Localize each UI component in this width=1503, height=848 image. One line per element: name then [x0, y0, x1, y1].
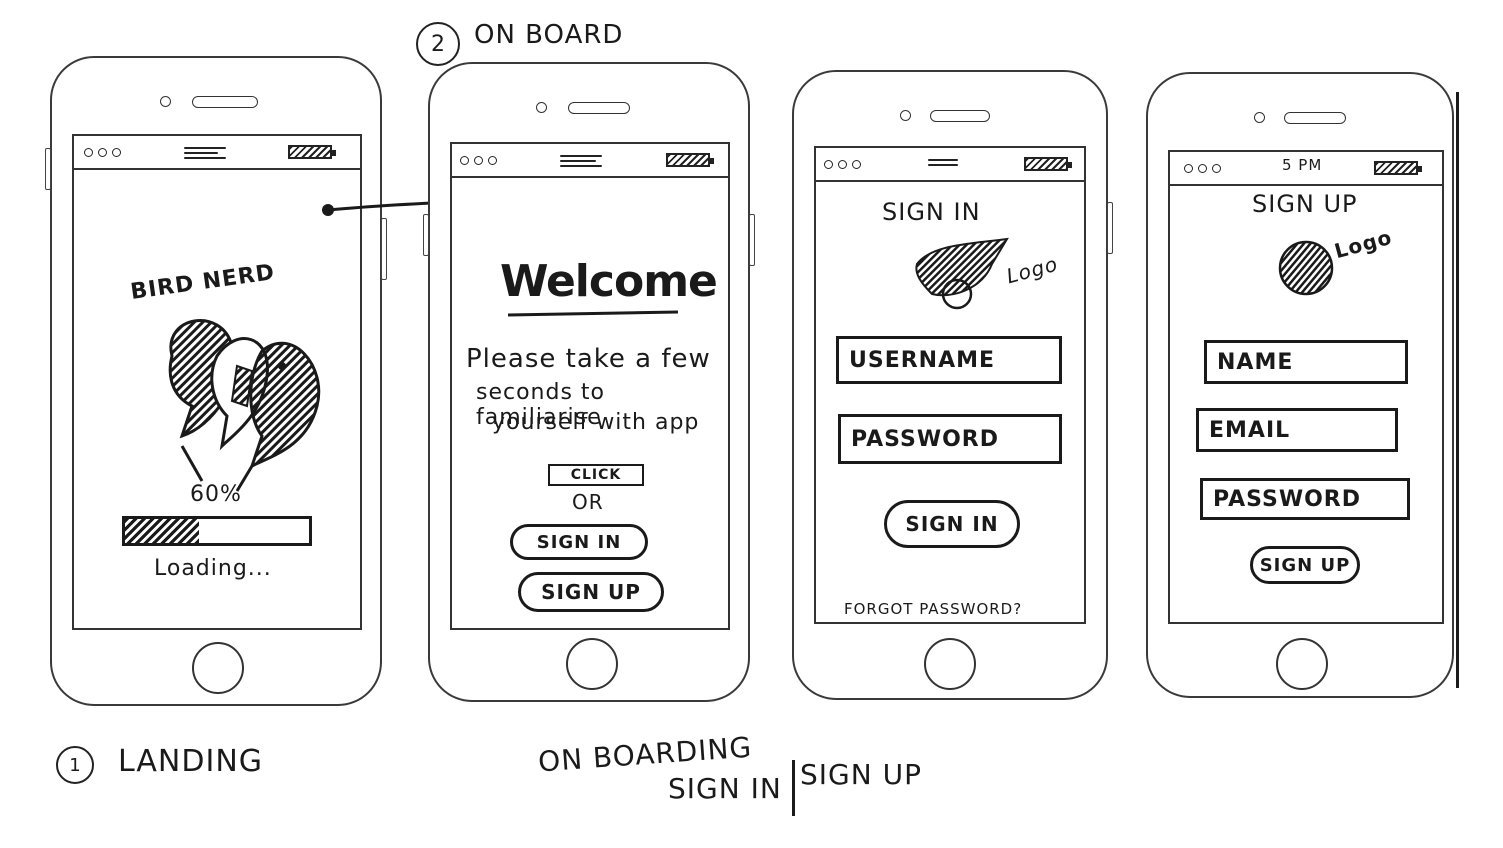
screen-sign-in: SIGN IN Logo USERNAME PASSWORD SIGN IN F… — [814, 146, 1086, 624]
home-button — [924, 638, 976, 690]
step-1-label: LANDING — [118, 744, 264, 779]
earpiece-speaker — [930, 110, 990, 122]
wifi-icon — [560, 155, 602, 170]
username-field[interactable]: USERNAME — [836, 336, 1062, 384]
onboard-message-line-3: yourself with app — [492, 410, 700, 435]
step-2-circle: 2 — [416, 22, 460, 66]
step-2-label: ON BOARD — [474, 20, 624, 50]
signal-dot-icon — [824, 160, 833, 169]
screen-landing: BIRD NERD 60% Loading... — [72, 134, 362, 630]
caption-sign-in: SIGN IN — [668, 772, 782, 805]
wifi-icon — [184, 147, 226, 162]
battery-icon — [666, 153, 714, 167]
earpiece-speaker — [192, 96, 258, 108]
battery-icon — [1024, 157, 1072, 171]
screen-sign-up: 5 PM SIGN UP Logo NAME EMAIL PASSWORD SI… — [1168, 150, 1444, 624]
sign-up-button[interactable]: SIGN UP — [518, 572, 664, 612]
earpiece-speaker — [568, 102, 630, 114]
email-field[interactable]: EMAIL — [1196, 408, 1398, 452]
name-field[interactable]: NAME — [1204, 340, 1408, 384]
front-camera — [900, 110, 911, 121]
password-field[interactable]: PASSWORD — [838, 414, 1062, 464]
forgot-password-link[interactable]: FORGOT PASSWORD? — [844, 600, 1022, 618]
front-camera — [1254, 112, 1265, 123]
signal-dot-icon — [1184, 164, 1193, 173]
status-bar: 5 PM — [1170, 152, 1442, 186]
side-button — [1107, 202, 1113, 254]
progress-fill — [125, 519, 199, 543]
status-bar — [74, 136, 360, 170]
sign-in-button[interactable]: SIGN IN — [510, 524, 648, 560]
password-field[interactable]: PASSWORD — [1200, 478, 1410, 520]
logo-label: Logo — [1331, 224, 1395, 264]
click-button[interactable]: CLICK — [548, 464, 644, 486]
side-button — [423, 214, 429, 256]
welcome-underline — [507, 310, 679, 317]
logo-placeholder-icon — [1278, 240, 1334, 296]
side-button — [749, 214, 755, 266]
status-bar — [452, 144, 728, 178]
battery-icon — [1374, 161, 1422, 175]
home-button — [1276, 638, 1328, 690]
sign-up-title: SIGN UP — [1252, 190, 1358, 218]
step-1-circle: 1 — [56, 746, 94, 784]
front-camera — [536, 102, 547, 113]
phone-sign-up: 5 PM SIGN UP Logo NAME EMAIL PASSWORD SI… — [1146, 72, 1454, 698]
signal-dot-icon — [838, 160, 847, 169]
bird-logo-icon — [168, 319, 321, 492]
home-button — [566, 638, 618, 690]
front-camera — [160, 96, 171, 107]
side-button — [45, 148, 51, 190]
welcome-heading: Welcome — [500, 256, 718, 307]
sign-up-button[interactable]: SIGN UP — [1250, 546, 1360, 584]
signal-dot-icon — [98, 148, 107, 157]
phone-sign-in: SIGN IN Logo USERNAME PASSWORD SIGN IN F… — [792, 70, 1113, 700]
screen-onboard: Welcome Please take a few seconds to fam… — [450, 142, 730, 630]
sign-in-button[interactable]: SIGN IN — [884, 500, 1020, 548]
step-1-number: 1 — [69, 754, 81, 776]
progress-label: 60% — [190, 482, 242, 507]
status-bar — [816, 148, 1084, 182]
phone-onboard: Welcome Please take a few seconds to fam… — [423, 62, 755, 702]
caption-sign-up: SIGN UP — [800, 758, 922, 791]
or-label: OR — [572, 490, 604, 514]
signal-dot-icon — [488, 156, 497, 165]
onboard-message-line-1: Please take a few — [466, 344, 711, 374]
loading-text: Loading... — [154, 556, 272, 581]
battery-icon — [288, 145, 336, 159]
sign-in-title: SIGN IN — [882, 198, 981, 226]
signal-dot-icon — [112, 148, 121, 157]
signal-dot-icon — [474, 156, 483, 165]
signal-dot-icon — [84, 148, 93, 157]
signal-dot-icon — [460, 156, 469, 165]
earpiece-speaker — [1284, 112, 1346, 124]
divider-line — [1456, 92, 1459, 688]
signal-dot-icon — [852, 160, 861, 169]
home-button — [192, 642, 244, 694]
phone-landing: BIRD NERD 60% Loading... — [45, 56, 387, 706]
signal-dot-icon — [1198, 164, 1207, 173]
signal-dot-icon — [1212, 164, 1221, 173]
caption-separator — [792, 760, 795, 816]
status-time: 5 PM — [1282, 156, 1323, 174]
wifi-icon — [928, 159, 958, 169]
step-2-number: 2 — [431, 31, 445, 57]
progress-bar — [122, 516, 312, 546]
